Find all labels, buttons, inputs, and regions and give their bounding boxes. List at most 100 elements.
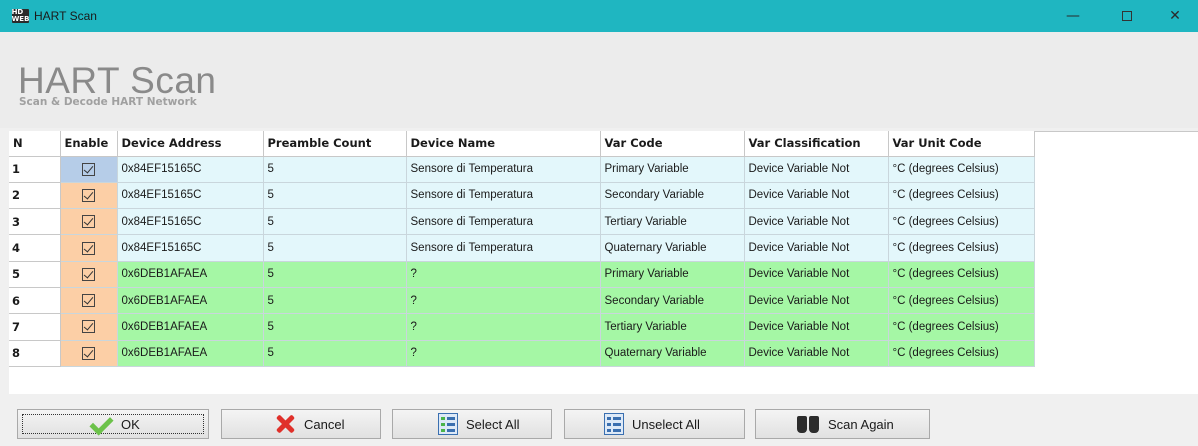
row-number: 6 bbox=[9, 287, 61, 315]
device-address-cell[interactable]: 0x6DEB1AFAEA bbox=[117, 340, 264, 367]
device-name-cell[interactable]: ? bbox=[406, 340, 601, 367]
window-title: HART Scan bbox=[34, 9, 97, 23]
var-code-cell[interactable]: Secondary Variable bbox=[600, 287, 745, 315]
enable-cell[interactable] bbox=[60, 208, 118, 236]
column-header-var-code[interactable]: Var Code bbox=[600, 131, 745, 157]
enable-checkbox[interactable] bbox=[82, 320, 95, 334]
var-code-cell[interactable]: Quaternary Variable bbox=[600, 340, 745, 367]
preamble-count-cell[interactable]: 5 bbox=[263, 340, 407, 367]
enable-checkbox[interactable] bbox=[82, 162, 95, 176]
var-code-cell[interactable]: Quaternary Variable bbox=[600, 234, 745, 262]
row-number: 3 bbox=[9, 208, 61, 236]
enable-cell[interactable] bbox=[60, 287, 118, 315]
table-row[interactable]: 2 0x84EF15165C 5 Sensore di Temperatura … bbox=[9, 182, 1035, 210]
device-address-cell[interactable]: 0x84EF15165C bbox=[117, 182, 264, 210]
table-row[interactable]: 3 0x84EF15165C 5 Sensore di Temperatura … bbox=[9, 208, 1035, 236]
ok-button[interactable]: OK bbox=[17, 409, 209, 439]
enable-cell[interactable] bbox=[60, 340, 118, 367]
checklist-icon bbox=[438, 413, 458, 435]
device-name-cell[interactable]: Sensore di Temperatura bbox=[406, 156, 601, 183]
enable-cell[interactable] bbox=[60, 156, 118, 183]
column-header-n[interactable]: N bbox=[9, 131, 61, 157]
enable-checkbox[interactable] bbox=[82, 294, 95, 308]
enable-cell[interactable] bbox=[60, 261, 118, 288]
var-unit-code-cell[interactable]: °C (degrees Celsius) bbox=[888, 313, 1035, 341]
var-classification-cell[interactable]: Device Variable Not bbox=[744, 313, 889, 341]
close-button[interactable]: ✕ bbox=[1152, 0, 1198, 32]
preamble-count-cell[interactable]: 5 bbox=[263, 182, 407, 210]
column-header-var-classification[interactable]: Var Classification bbox=[744, 131, 889, 157]
device-address-cell[interactable]: 0x84EF15165C bbox=[117, 208, 264, 236]
var-classification-cell[interactable]: Device Variable Not bbox=[744, 182, 889, 210]
minimize-button[interactable]: — bbox=[1050, 0, 1096, 32]
preamble-count-cell[interactable]: 5 bbox=[263, 287, 407, 315]
table-row[interactable]: 1 0x84EF15165C 5 Sensore di Temperatura … bbox=[9, 156, 1035, 183]
enable-cell[interactable] bbox=[60, 182, 118, 210]
table-row[interactable]: 8 0x6DEB1AFAEA 5 ? Quaternary Variable D… bbox=[9, 340, 1035, 367]
column-header-var-unit-code[interactable]: Var Unit Code bbox=[888, 131, 1035, 157]
table-row[interactable]: 7 0x6DEB1AFAEA 5 ? Tertiary Variable Dev… bbox=[9, 313, 1035, 341]
device-name-cell[interactable]: Sensore di Temperatura bbox=[406, 234, 601, 262]
preamble-count-cell[interactable]: 5 bbox=[263, 156, 407, 183]
unselect-all-button-label: Unselect All bbox=[632, 416, 700, 432]
var-classification-cell[interactable]: Device Variable Not bbox=[744, 156, 889, 183]
title-bar[interactable]: HD WEB HART Scan — ✕ bbox=[0, 0, 1198, 32]
scan-again-button[interactable]: Scan Again bbox=[755, 409, 930, 439]
row-number: 4 bbox=[9, 234, 61, 262]
enable-checkbox[interactable] bbox=[82, 267, 95, 281]
preamble-count-cell[interactable]: 5 bbox=[263, 313, 407, 341]
column-header-device-name[interactable]: Device Name bbox=[406, 131, 601, 157]
device-address-cell[interactable]: 0x84EF15165C bbox=[117, 156, 264, 183]
enable-cell[interactable] bbox=[60, 313, 118, 341]
var-unit-code-cell[interactable]: °C (degrees Celsius) bbox=[888, 182, 1035, 210]
scan-again-button-label: Scan Again bbox=[828, 416, 894, 432]
maximize-button[interactable] bbox=[1104, 0, 1150, 32]
preamble-count-cell[interactable]: 5 bbox=[263, 234, 407, 262]
device-address-cell[interactable]: 0x6DEB1AFAEA bbox=[117, 287, 264, 315]
var-code-cell[interactable]: Primary Variable bbox=[600, 156, 745, 183]
var-classification-cell[interactable]: Device Variable Not bbox=[744, 287, 889, 315]
preamble-count-cell[interactable]: 5 bbox=[263, 208, 407, 236]
var-unit-code-cell[interactable]: °C (degrees Celsius) bbox=[888, 208, 1035, 236]
list-icon bbox=[604, 413, 624, 435]
var-unit-code-cell[interactable]: °C (degrees Celsius) bbox=[888, 261, 1035, 288]
var-code-cell[interactable]: Tertiary Variable bbox=[600, 313, 745, 341]
table-row[interactable]: 5 0x6DEB1AFAEA 5 ? Primary Variable Devi… bbox=[9, 261, 1035, 288]
device-address-cell[interactable]: 0x6DEB1AFAEA bbox=[117, 313, 264, 341]
cancel-button[interactable]: Cancel bbox=[221, 409, 381, 439]
var-code-cell[interactable]: Primary Variable bbox=[600, 261, 745, 288]
device-name-cell[interactable]: ? bbox=[406, 261, 601, 288]
var-code-cell[interactable]: Tertiary Variable bbox=[600, 208, 745, 236]
device-address-cell[interactable]: 0x6DEB1AFAEA bbox=[117, 261, 264, 288]
device-address-cell[interactable]: 0x84EF15165C bbox=[117, 234, 264, 262]
select-all-button[interactable]: Select All bbox=[392, 409, 552, 439]
device-name-cell[interactable]: ? bbox=[406, 313, 601, 341]
device-name-cell[interactable]: Sensore di Temperatura bbox=[406, 182, 601, 210]
enable-checkbox[interactable] bbox=[82, 346, 95, 360]
unselect-all-button[interactable]: Unselect All bbox=[564, 409, 745, 439]
var-classification-cell[interactable]: Device Variable Not bbox=[744, 261, 889, 288]
var-unit-code-cell[interactable]: °C (degrees Celsius) bbox=[888, 156, 1035, 183]
column-header-enable[interactable]: Enable bbox=[60, 131, 118, 157]
select-all-button-label: Select All bbox=[466, 416, 520, 432]
var-classification-cell[interactable]: Device Variable Not bbox=[744, 208, 889, 236]
var-code-cell[interactable]: Secondary Variable bbox=[600, 182, 745, 210]
preamble-count-cell[interactable]: 5 bbox=[263, 261, 407, 288]
enable-checkbox[interactable] bbox=[82, 188, 95, 202]
var-unit-code-cell[interactable]: °C (degrees Celsius) bbox=[888, 234, 1035, 262]
var-unit-code-cell[interactable]: °C (degrees Celsius) bbox=[888, 287, 1035, 315]
var-classification-cell[interactable]: Device Variable Not bbox=[744, 234, 889, 262]
column-header-device-address[interactable]: Device Address bbox=[117, 131, 264, 157]
red-x-icon bbox=[274, 413, 296, 435]
var-classification-cell[interactable]: Device Variable Not bbox=[744, 340, 889, 367]
enable-cell[interactable] bbox=[60, 234, 118, 262]
enable-checkbox[interactable] bbox=[82, 215, 95, 229]
table-row[interactable]: 4 0x84EF15165C 5 Sensore di Temperatura … bbox=[9, 234, 1035, 262]
device-name-cell[interactable]: Sensore di Temperatura bbox=[406, 208, 601, 236]
enable-checkbox[interactable] bbox=[82, 241, 95, 255]
device-grid: N Enable Device Address Preamble Count D… bbox=[9, 131, 1035, 367]
device-name-cell[interactable]: ? bbox=[406, 287, 601, 315]
table-row[interactable]: 6 0x6DEB1AFAEA 5 ? Secondary Variable De… bbox=[9, 287, 1035, 315]
column-header-preamble-count[interactable]: Preamble Count bbox=[263, 131, 407, 157]
var-unit-code-cell[interactable]: °C (degrees Celsius) bbox=[888, 340, 1035, 367]
